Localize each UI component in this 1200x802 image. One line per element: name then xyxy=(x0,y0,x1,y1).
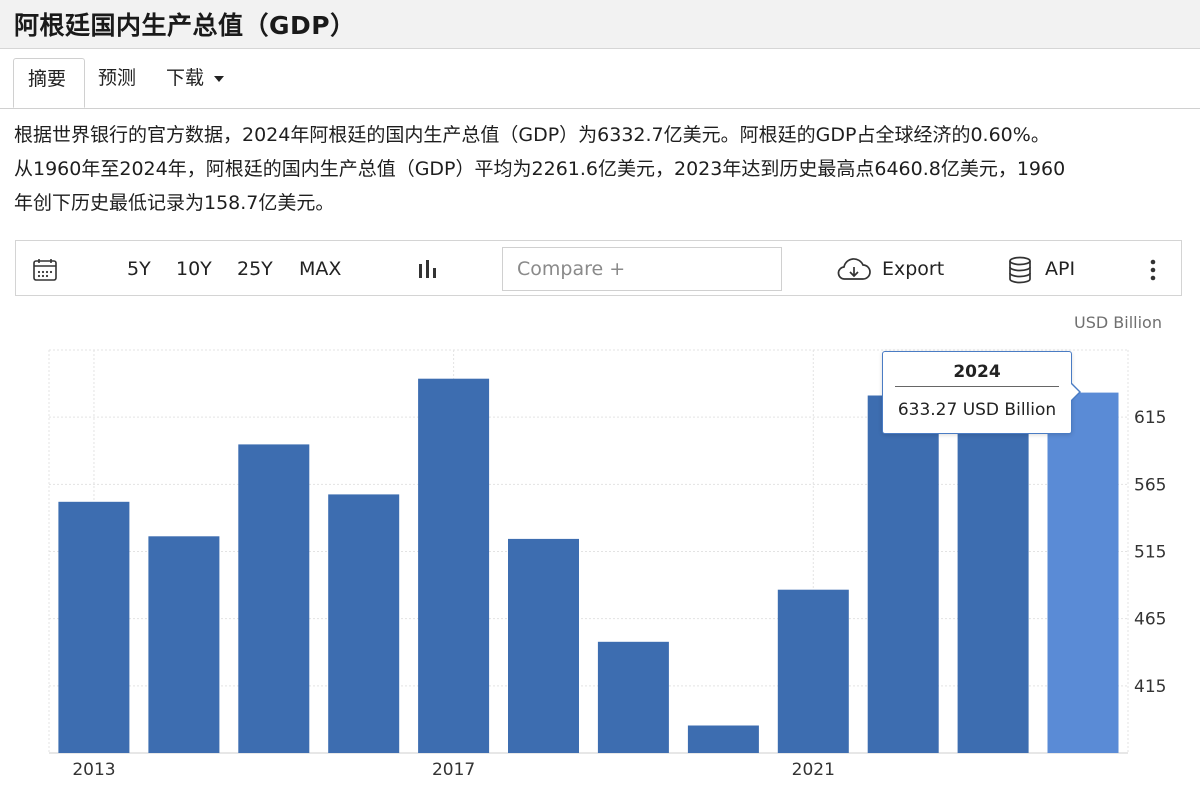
bar-2013[interactable] xyxy=(58,501,130,753)
api-label: API xyxy=(1045,258,1076,280)
y-tick-label: 565 xyxy=(1134,475,1166,495)
range-25y-button[interactable]: 25Y xyxy=(237,241,273,297)
bar-2017[interactable] xyxy=(418,378,490,753)
y-tick-label: 615 xyxy=(1134,408,1166,428)
summary-line-2: 从1960年至2024年，阿根廷的国内生产总值（GDP）平均为2261.6亿美元… xyxy=(14,158,1066,180)
tab-forecast-label: 预测 xyxy=(98,67,137,89)
tab-forecast[interactable]: 预测 xyxy=(98,58,136,108)
tab-bar: 摘要 预测 下载 xyxy=(0,48,1200,109)
more-vertical-icon[interactable] xyxy=(1148,258,1158,282)
tooltip-value: 633.27 USD Billion xyxy=(897,400,1057,420)
range-max-button[interactable]: MAX xyxy=(299,241,341,297)
bar-2015[interactable] xyxy=(238,444,310,753)
bar-2016[interactable] xyxy=(328,494,400,753)
tab-download-label: 下载 xyxy=(166,67,205,89)
summary-text: 根据世界银行的官方数据，2024年阿根廷的国内生产总值（GDP）为6332.7亿… xyxy=(14,118,1194,220)
x-tick-label: 2017 xyxy=(432,760,475,780)
summary-line-1: 根据世界银行的官方数据，2024年阿根廷的国内生产总值（GDP）为6332.7亿… xyxy=(14,124,1050,146)
bar-2021[interactable] xyxy=(777,589,849,753)
bar-2019[interactable] xyxy=(597,641,669,753)
page-title: 阿根廷国内生产总值（GDP） xyxy=(14,11,356,40)
y-tick-label: 415 xyxy=(1134,677,1166,697)
bar-2024[interactable] xyxy=(1047,392,1119,753)
bar-2014[interactable] xyxy=(148,536,220,753)
range-5y-button[interactable]: 5Y xyxy=(127,241,151,297)
bar-chart-icon[interactable] xyxy=(417,258,439,280)
tab-summary-label: 摘要 xyxy=(28,68,67,90)
bar-2018[interactable] xyxy=(508,538,579,753)
tooltip-arrow-inner xyxy=(1071,384,1079,400)
tooltip-year: 2024 xyxy=(895,362,1059,387)
export-label: Export xyxy=(882,258,945,280)
y-tick-label: 465 xyxy=(1134,610,1166,630)
tab-download[interactable]: 下载 xyxy=(166,58,225,108)
database-icon xyxy=(1009,256,1031,284)
x-tick-label: 2021 xyxy=(792,760,835,780)
export-button[interactable]: Export xyxy=(836,241,946,297)
bar-2022[interactable] xyxy=(867,395,939,754)
cloud-download-icon xyxy=(837,258,871,280)
x-tick-label: 2013 xyxy=(72,760,115,780)
chart-toolbar: 5Y 10Y 25Y MAX Export API xyxy=(15,240,1182,296)
chevron-down-icon xyxy=(214,75,225,82)
bar-2020[interactable] xyxy=(687,725,759,754)
summary-line-3: 年创下历史最低记录为158.7亿美元。 xyxy=(14,192,335,214)
tab-summary[interactable]: 摘要 xyxy=(13,58,85,108)
title-bar: 阿根廷国内生产总值（GDP） xyxy=(0,0,1200,49)
range-10y-button[interactable]: 10Y xyxy=(176,241,212,297)
compare-input[interactable] xyxy=(502,247,782,291)
api-button[interactable]: API xyxy=(1006,241,1086,297)
calendar-icon[interactable] xyxy=(32,257,58,283)
y-tick-label: 515 xyxy=(1134,543,1166,563)
chart-tooltip: 2024 633.27 USD Billion xyxy=(882,351,1072,434)
